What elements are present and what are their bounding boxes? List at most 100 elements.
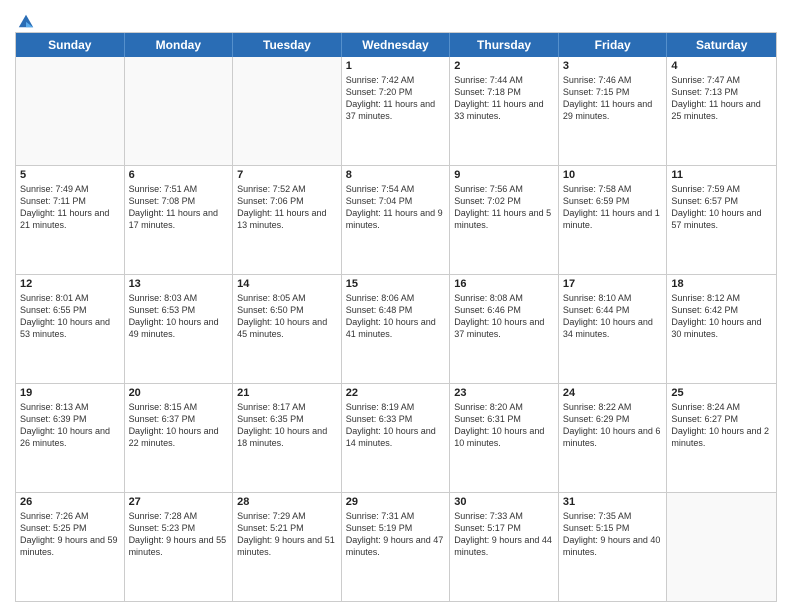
day-number: 13	[129, 278, 229, 290]
logo	[15, 14, 35, 28]
day-number: 26	[20, 496, 120, 508]
logo-icon	[17, 12, 35, 30]
day-number: 30	[454, 496, 554, 508]
calendar-cell: 13 Sunrise: 8:03 AM Sunset: 6:53 PM Dayli…	[125, 275, 234, 383]
calendar-cell: 12 Sunrise: 8:01 AM Sunset: 6:55 PM Dayli…	[16, 275, 125, 383]
calendar-cell: 15Sunrise: 8:06 AM Sunset: 6:48 PM Dayli…	[342, 275, 451, 383]
day-number: 24	[563, 387, 663, 399]
cell-info: Sunrise: 8:19 AM Sunset: 6:33 PM Dayligh…	[346, 401, 446, 450]
cell-info: Sunrise: 8:17 AM Sunset: 6:35 PM Dayligh…	[237, 401, 337, 450]
weekday-header: Saturday	[667, 33, 776, 57]
calendar-cell: 4Sunrise: 7:47 AM Sunset: 7:13 PM Daylig…	[667, 57, 776, 165]
calendar-cell	[125, 57, 234, 165]
weekday-header: Friday	[559, 33, 668, 57]
cell-info: Sunrise: 7:54 AM Sunset: 7:04 PM Dayligh…	[346, 183, 446, 232]
day-number: 27	[129, 496, 229, 508]
calendar-cell: 17Sunrise: 8:10 AM Sunset: 6:44 PM Dayli…	[559, 275, 668, 383]
calendar-cell: 21Sunrise: 8:17 AM Sunset: 6:35 PM Dayli…	[233, 384, 342, 492]
calendar-cell: 2 Sunrise: 7:44 AM Sunset: 7:18 PM Daylig…	[450, 57, 559, 165]
calendar-cell: 1Sunrise: 7:42 AM Sunset: 7:20 PM Daylig…	[342, 57, 451, 165]
calendar-row: 26 Sunrise: 7:26 AM Sunset: 5:25 PM Dayli…	[16, 492, 776, 601]
calendar: SundayMondayTuesdayWednesdayThursdayFrid…	[15, 32, 777, 602]
day-number: 20	[129, 387, 229, 399]
cell-info: Sunrise: 7:28 AM Sunset: 5:23 PM Dayligh…	[129, 510, 229, 559]
page: SundayMondayTuesdayWednesdayThursdayFrid…	[0, 0, 792, 612]
weekday-header: Monday	[125, 33, 234, 57]
cell-info: Sunrise: 8:24 AM Sunset: 6:27 PM Dayligh…	[671, 401, 772, 450]
day-number: 28	[237, 496, 337, 508]
day-number: 29	[346, 496, 446, 508]
day-number: 3	[563, 60, 663, 72]
calendar-cell	[667, 493, 776, 601]
calendar-cell: 29 Sunrise: 7:31 AM Sunset: 5:19 PM Dayli…	[342, 493, 451, 601]
cell-info: Sunrise: 8:03 AM Sunset: 6:53 PM Dayligh…	[129, 292, 229, 341]
calendar-row: 1Sunrise: 7:42 AM Sunset: 7:20 PM Daylig…	[16, 57, 776, 165]
calendar-cell: 10Sunrise: 7:58 AM Sunset: 6:59 PM Dayli…	[559, 166, 668, 274]
day-number: 18	[671, 278, 772, 290]
calendar-cell: 6Sunrise: 7:51 AM Sunset: 7:08 PM Daylig…	[125, 166, 234, 274]
weekday-header: Wednesday	[342, 33, 451, 57]
cell-info: Sunrise: 7:29 AM Sunset: 5:21 PM Dayligh…	[237, 510, 337, 559]
calendar-cell: 28 Sunrise: 7:29 AM Sunset: 5:21 PM Dayli…	[233, 493, 342, 601]
day-number: 16	[454, 278, 554, 290]
day-number: 25	[671, 387, 772, 399]
calendar-cell: 3 Sunrise: 7:46 AM Sunset: 7:15 PM Daylig…	[559, 57, 668, 165]
cell-info: Sunrise: 7:42 AM Sunset: 7:20 PM Dayligh…	[346, 74, 446, 123]
header	[15, 10, 777, 28]
day-number: 7	[237, 169, 337, 181]
day-number: 19	[20, 387, 120, 399]
weekday-header: Thursday	[450, 33, 559, 57]
weekday-header: Sunday	[16, 33, 125, 57]
day-number: 6	[129, 169, 229, 181]
cell-info: Sunrise: 8:10 AM Sunset: 6:44 PM Dayligh…	[563, 292, 663, 341]
cell-info: Sunrise: 7:46 AM Sunset: 7:15 PM Dayligh…	[563, 74, 663, 123]
calendar-cell: 20 Sunrise: 8:15 AM Sunset: 6:37 PM Dayli…	[125, 384, 234, 492]
calendar-cell: 31 Sunrise: 7:35 AM Sunset: 5:15 PM Dayli…	[559, 493, 668, 601]
cell-info: Sunrise: 8:06 AM Sunset: 6:48 PM Dayligh…	[346, 292, 446, 341]
cell-info: Sunrise: 8:15 AM Sunset: 6:37 PM Dayligh…	[129, 401, 229, 450]
calendar-row: 5 Sunrise: 7:49 AM Sunset: 7:11 PM Daylig…	[16, 165, 776, 274]
calendar-header: SundayMondayTuesdayWednesdayThursdayFrid…	[16, 33, 776, 57]
calendar-cell: 24 Sunrise: 8:22 AM Sunset: 6:29 PM Dayli…	[559, 384, 668, 492]
day-number: 12	[20, 278, 120, 290]
cell-info: Sunrise: 8:20 AM Sunset: 6:31 PM Dayligh…	[454, 401, 554, 450]
cell-info: Sunrise: 8:01 AM Sunset: 6:55 PM Dayligh…	[20, 292, 120, 341]
calendar-cell: 23 Sunrise: 8:20 AM Sunset: 6:31 PM Dayli…	[450, 384, 559, 492]
day-number: 10	[563, 169, 663, 181]
calendar-row: 12 Sunrise: 8:01 AM Sunset: 6:55 PM Dayli…	[16, 274, 776, 383]
day-number: 31	[563, 496, 663, 508]
day-number: 8	[346, 169, 446, 181]
cell-info: Sunrise: 8:05 AM Sunset: 6:50 PM Dayligh…	[237, 292, 337, 341]
cell-info: Sunrise: 7:35 AM Sunset: 5:15 PM Dayligh…	[563, 510, 663, 559]
cell-info: Sunrise: 7:47 AM Sunset: 7:13 PM Dayligh…	[671, 74, 772, 123]
cell-info: Sunrise: 8:08 AM Sunset: 6:46 PM Dayligh…	[454, 292, 554, 341]
cell-info: Sunrise: 7:52 AM Sunset: 7:06 PM Dayligh…	[237, 183, 337, 232]
calendar-row: 19Sunrise: 8:13 AM Sunset: 6:39 PM Dayli…	[16, 383, 776, 492]
calendar-cell: 11 Sunrise: 7:59 AM Sunset: 6:57 PM Dayli…	[667, 166, 776, 274]
calendar-cell: 14 Sunrise: 8:05 AM Sunset: 6:50 PM Dayli…	[233, 275, 342, 383]
calendar-cell: 18Sunrise: 8:12 AM Sunset: 6:42 PM Dayli…	[667, 275, 776, 383]
day-number: 22	[346, 387, 446, 399]
day-number: 5	[20, 169, 120, 181]
day-number: 23	[454, 387, 554, 399]
cell-info: Sunrise: 8:22 AM Sunset: 6:29 PM Dayligh…	[563, 401, 663, 450]
cell-info: Sunrise: 7:31 AM Sunset: 5:19 PM Dayligh…	[346, 510, 446, 559]
day-number: 11	[671, 169, 772, 181]
calendar-cell: 22 Sunrise: 8:19 AM Sunset: 6:33 PM Dayli…	[342, 384, 451, 492]
cell-info: Sunrise: 7:49 AM Sunset: 7:11 PM Dayligh…	[20, 183, 120, 232]
day-number: 2	[454, 60, 554, 72]
cell-info: Sunrise: 7:59 AM Sunset: 6:57 PM Dayligh…	[671, 183, 772, 232]
calendar-cell: 26 Sunrise: 7:26 AM Sunset: 5:25 PM Dayli…	[16, 493, 125, 601]
calendar-cell	[233, 57, 342, 165]
calendar-cell: 9Sunrise: 7:56 AM Sunset: 7:02 PM Daylig…	[450, 166, 559, 274]
calendar-cell	[16, 57, 125, 165]
calendar-cell: 19Sunrise: 8:13 AM Sunset: 6:39 PM Dayli…	[16, 384, 125, 492]
day-number: 14	[237, 278, 337, 290]
calendar-cell: 7 Sunrise: 7:52 AM Sunset: 7:06 PM Daylig…	[233, 166, 342, 274]
calendar-cell: 8 Sunrise: 7:54 AM Sunset: 7:04 PM Daylig…	[342, 166, 451, 274]
cell-info: Sunrise: 7:33 AM Sunset: 5:17 PM Dayligh…	[454, 510, 554, 559]
weekday-header: Tuesday	[233, 33, 342, 57]
calendar-cell: 30 Sunrise: 7:33 AM Sunset: 5:17 PM Dayli…	[450, 493, 559, 601]
cell-info: Sunrise: 7:44 AM Sunset: 7:18 PM Dayligh…	[454, 74, 554, 123]
cell-info: Sunrise: 7:26 AM Sunset: 5:25 PM Dayligh…	[20, 510, 120, 559]
